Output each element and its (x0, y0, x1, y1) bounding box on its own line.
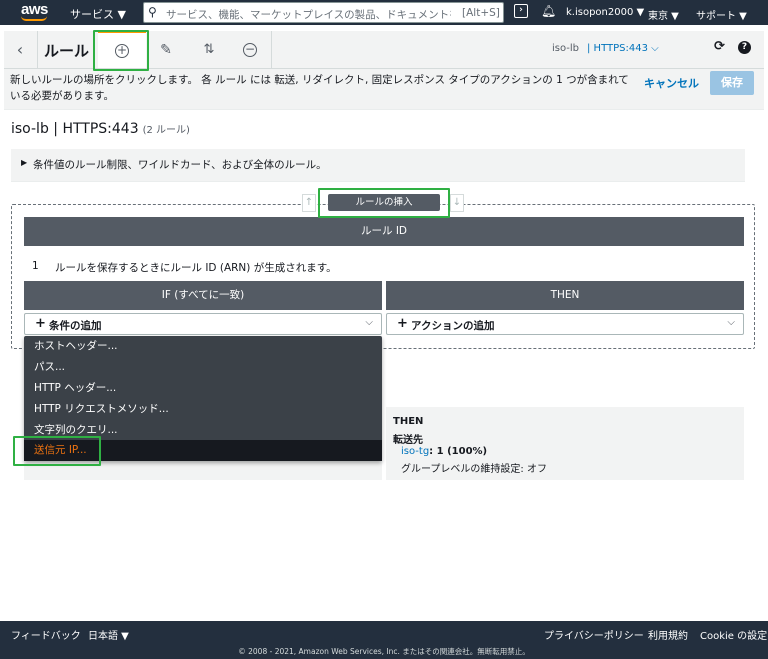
pencil-icon[interactable]: ✎ (146, 31, 186, 68)
instruction-bar: 新しいルールの場所をクリックします。 各 ルール には 転送, リダイレクト, … (4, 69, 764, 110)
aws-smile-logo-mark (21, 16, 47, 21)
listener-heading-title: iso-lb | HTTPS:443 (11, 121, 139, 137)
footer: フィードバック 日本語 ▼ プライバシーポリシー 利用規約 Cookie の設定… (0, 621, 768, 659)
save-button[interactable]: 保存 (710, 71, 754, 95)
help-icon[interactable]: ? (738, 41, 751, 54)
cloudshell-icon[interactable]: › (514, 4, 528, 18)
search-icon: ⚲ (148, 5, 157, 19)
add-action-select[interactable]: + アクションの追加 ⌵ (386, 313, 744, 335)
search-shortcut: [Alt+S] (462, 7, 500, 19)
if-header: IF (すべてに一致) (24, 281, 382, 310)
delete-rule-tab[interactable]: − (230, 31, 270, 68)
insert-rule-tab[interactable]: + (98, 31, 146, 68)
option-path[interactable]: パス... (24, 357, 382, 378)
add-condition-label: 条件の追加 (49, 320, 102, 332)
stickiness-setting: グループレベルの維持設定: オフ (401, 464, 547, 475)
account-menu[interactable]: k.isopon2000 ▼ (566, 7, 644, 18)
minus-circle-icon: − (243, 41, 257, 57)
notification-bell-icon[interactable]: 🔔︎ (541, 4, 556, 18)
instruction-text: 新しいルールの場所をクリックします。 各 ルール には 転送, リダイレクト, … (10, 74, 629, 102)
rules-toolbar: ‹ ルール + ✎ ⇅ − iso-lb | HTTPS:443 ⌵ ⟳ ? (4, 31, 764, 69)
rule-priority-number: 1 (32, 260, 39, 272)
listener-selector[interactable]: | HTTPS:443 ⌵ (587, 43, 659, 54)
target-group-weight: : 1 (100%) (429, 446, 488, 457)
feedback-link[interactable]: フィードバック (11, 627, 81, 642)
arrow-down-icon: ↓ (450, 194, 464, 212)
option-source-ip[interactable]: 送信元 IP... (24, 440, 382, 461)
language-selector[interactable]: 日本語 ▼ (88, 627, 129, 642)
caret-right-icon: ▶ (21, 158, 28, 167)
cookie-settings-link[interactable]: Cookie の設定 (700, 627, 767, 642)
then-header: THEN (386, 281, 744, 310)
add-action-label: アクションの追加 (411, 320, 495, 332)
option-http-header[interactable]: HTTP ヘッダー... (24, 378, 382, 399)
search-box[interactable]: ⚲ サービス、機能、マーケットプレイスの製品、ドキュメントを検索 [Alt+S] (143, 2, 504, 23)
arrow-up-icon: ↑ (302, 194, 316, 212)
plus-icon: + (35, 316, 46, 331)
then-actions-card: THEN 転送先 iso-tg: 1 (100%) グループレベルの維持設定: … (386, 407, 744, 480)
conditions-info-expander[interactable]: ▶ 条件値のルール制限、ワイルドカード、および全体のルール。 (11, 149, 745, 182)
rule-id-header: ルール ID (24, 217, 744, 246)
services-menu[interactable]: サービス ▼ (70, 6, 126, 22)
condition-type-dropdown: ホストヘッダー... パス... HTTP ヘッダー... HTTP リクエスト… (24, 336, 382, 461)
target-group-line: iso-tg: 1 (100%) (401, 446, 487, 457)
reorder-icon[interactable]: ⇅ (188, 31, 228, 68)
back-icon[interactable]: ‹ (4, 31, 36, 68)
conditions-info-text: 条件値のルール制限、ワイルドカード、および全体のルール。 (33, 159, 327, 171)
toolbar-divider (271, 31, 272, 68)
rule-count: (2 ルール) (142, 125, 190, 136)
load-balancer-name: iso-lb (552, 43, 580, 54)
forward-to-label: 転送先 (393, 435, 423, 446)
option-host-header[interactable]: ホストヘッダー... (24, 336, 382, 357)
add-condition-select[interactable]: + 条件の追加 ⌵ (24, 313, 382, 335)
option-http-request-method[interactable]: HTTP リクエストメソッド... (24, 399, 382, 420)
target-group-link[interactable]: iso-tg (401, 446, 429, 457)
then-card-title: THEN (393, 416, 424, 427)
plus-icon: + (397, 316, 408, 331)
page-title: ルール (44, 42, 90, 60)
refresh-icon[interactable]: ⟳ (714, 39, 725, 54)
chevron-down-icon: ⌵ (365, 317, 373, 328)
privacy-policy-link[interactable]: プライバシーポリシー (544, 627, 644, 642)
toolbar-divider (37, 31, 38, 68)
option-query-string[interactable]: 文字列のクエリ... (24, 420, 382, 441)
terms-link[interactable]: 利用規約 (648, 627, 688, 642)
support-menu[interactable]: サポート ▼ (696, 7, 747, 22)
region-menu[interactable]: 東京 ▼ (648, 7, 679, 22)
rule-arn-note: ルールを保存するときにルール ID (ARN) が生成されます。 (55, 262, 337, 274)
copyright: © 2008 - 2021, Amazon Web Services, Inc.… (238, 647, 530, 656)
insert-rule-button[interactable]: ルールの挿入 (328, 194, 440, 211)
chevron-down-icon: ⌵ (727, 317, 735, 328)
cancel-button[interactable]: キャンセル (644, 75, 699, 91)
listener-heading: iso-lb | HTTPS:443 (2 ルール) (11, 121, 190, 137)
top-navigation-bar: aws サービス ▼ ⚲ サービス、機能、マーケットプレイスの製品、ドキュメント… (0, 0, 768, 25)
plus-circle-icon: + (115, 42, 129, 58)
search-input-placeholder[interactable]: サービス、機能、マーケットプレイスの製品、ドキュメントを検索 (166, 7, 451, 22)
